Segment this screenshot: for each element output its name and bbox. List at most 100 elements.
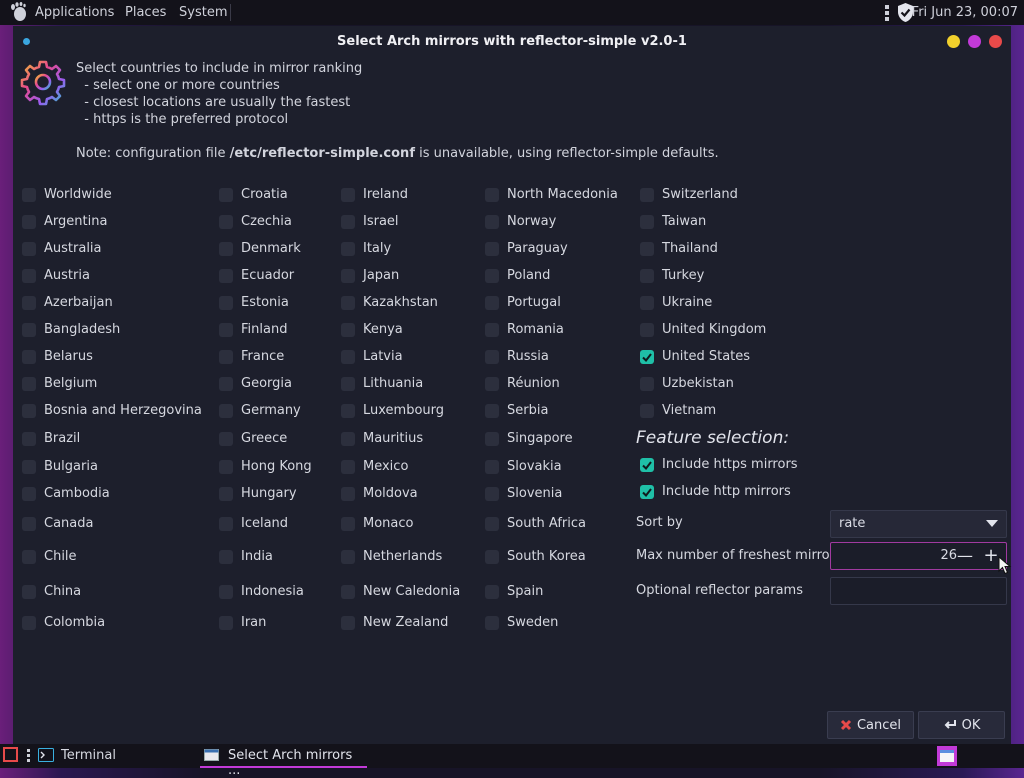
country-checkbox[interactable]: India [219,549,273,564]
country-checkbox[interactable]: North Macedonia [485,187,618,202]
checkbox-box[interactable] [219,615,233,630]
checkbox-box[interactable] [341,322,355,337]
country-checkbox[interactable]: Ukraine [640,295,712,310]
checkbox-box[interactable] [341,376,355,391]
country-checkbox[interactable]: Spain [485,584,543,599]
country-checkbox[interactable]: Colombia [22,615,105,630]
checkbox-box[interactable] [485,376,499,391]
checkbox-box[interactable] [22,295,36,310]
checkbox-box[interactable] [22,459,36,474]
country-checkbox[interactable]: Georgia [219,376,292,391]
checkbox-box[interactable] [219,584,233,599]
checkbox-box[interactable] [219,459,233,474]
country-checkbox[interactable]: United Kingdom [640,322,766,337]
checkbox-box[interactable] [22,516,36,531]
checkbox-box[interactable] [219,322,233,337]
country-checkbox[interactable]: Greece [219,431,287,446]
country-checkbox[interactable]: Russia [485,349,549,364]
country-checkbox[interactable]: Czechia [219,214,292,229]
country-checkbox[interactable]: South Africa [485,516,586,531]
checkbox-box[interactable] [485,549,499,564]
country-checkbox[interactable]: Cambodia [22,486,110,501]
checkbox-box[interactable] [640,484,654,499]
checkbox-box[interactable] [640,295,654,310]
country-checkbox[interactable]: Australia [22,241,102,256]
gnome-foot-icon[interactable] [9,2,29,22]
checkbox-box[interactable] [22,549,36,564]
maximize-button[interactable] [968,35,981,48]
terminal-icon[interactable] [38,748,54,762]
checkbox-box[interactable] [219,295,233,310]
country-checkbox[interactable]: Slovakia [485,459,562,474]
country-checkbox[interactable]: Slovenia [485,486,562,501]
country-checkbox[interactable]: Portugal [485,295,561,310]
checkbox-box[interactable] [22,431,36,446]
https-checkbox[interactable]: Include https mirrors [640,457,798,472]
checkbox-box[interactable] [485,187,499,202]
checkbox-box[interactable] [640,349,654,364]
country-checkbox[interactable]: Israel [341,214,399,229]
show-desktop-icon[interactable] [3,747,18,762]
checkbox-box[interactable] [219,516,233,531]
country-checkbox[interactable]: Argentina [22,214,107,229]
country-checkbox[interactable]: Thailand [640,241,718,256]
checkbox-box[interactable] [219,486,233,501]
checkbox-box[interactable] [219,349,233,364]
checkbox-box[interactable] [485,486,499,501]
checkbox-box[interactable] [341,549,355,564]
country-checkbox[interactable]: Kenya [341,322,403,337]
menu-places[interactable]: Places [125,5,166,20]
checkbox-box[interactable] [640,241,654,256]
country-checkbox[interactable]: China [22,584,81,599]
country-checkbox[interactable]: Chile [22,549,77,564]
checkbox-box[interactable] [485,615,499,630]
country-checkbox[interactable]: Latvia [341,349,403,364]
country-checkbox[interactable]: Singapore [485,431,573,446]
country-checkbox[interactable]: Bangladesh [22,322,120,337]
checkbox-box[interactable] [640,376,654,391]
country-checkbox[interactable]: Azerbaijan [22,295,113,310]
country-checkbox[interactable]: Mexico [341,459,408,474]
menu-applications[interactable]: Applications [35,5,114,20]
country-checkbox[interactable]: Romania [485,322,564,337]
checkbox-box[interactable] [485,459,499,474]
cancel-button[interactable]: Cancel [827,711,914,739]
checkbox-box[interactable] [22,486,36,501]
country-checkbox[interactable]: Indonesia [219,584,304,599]
checkbox-box[interactable] [22,214,36,229]
checkbox-box[interactable] [219,403,233,418]
country-checkbox[interactable]: Bulgaria [22,459,98,474]
checkbox-box[interactable] [341,431,355,446]
http-checkbox[interactable]: Include http mirrors [640,484,791,499]
country-checkbox[interactable]: Moldova [341,486,418,501]
close-button[interactable] [989,35,1002,48]
country-checkbox[interactable]: Mauritius [341,431,423,446]
ok-button[interactable]: OK [918,711,1005,739]
checkbox-box[interactable] [219,268,233,283]
country-checkbox[interactable]: Iceland [219,516,288,531]
checkbox-box[interactable] [219,214,233,229]
country-checkbox[interactable]: Belarus [22,349,93,364]
country-checkbox[interactable]: Sweden [485,615,558,630]
country-checkbox[interactable]: Netherlands [341,549,442,564]
country-checkbox[interactable]: Lithuania [341,376,423,391]
checkbox-box[interactable] [341,516,355,531]
country-checkbox[interactable]: Turkey [640,268,704,283]
workspace-switcher-icon[interactable] [936,745,958,767]
checkbox-box[interactable] [485,214,499,229]
country-checkbox[interactable]: Italy [341,241,391,256]
checkbox-box[interactable] [219,187,233,202]
checkbox-box[interactable] [341,403,355,418]
checkbox-box[interactable] [485,295,499,310]
country-checkbox[interactable]: Croatia [219,187,288,202]
checkbox-box[interactable] [485,516,499,531]
checkbox-box[interactable] [22,268,36,283]
checkbox-box[interactable] [22,349,36,364]
checkbox-box[interactable] [485,322,499,337]
minimize-button[interactable] [947,35,960,48]
checkbox-box[interactable] [22,187,36,202]
checkbox-box[interactable] [640,322,654,337]
country-checkbox[interactable]: Germany [219,403,301,418]
sort-by-select[interactable]: rate [830,510,1007,538]
country-checkbox[interactable]: United States [640,349,750,364]
